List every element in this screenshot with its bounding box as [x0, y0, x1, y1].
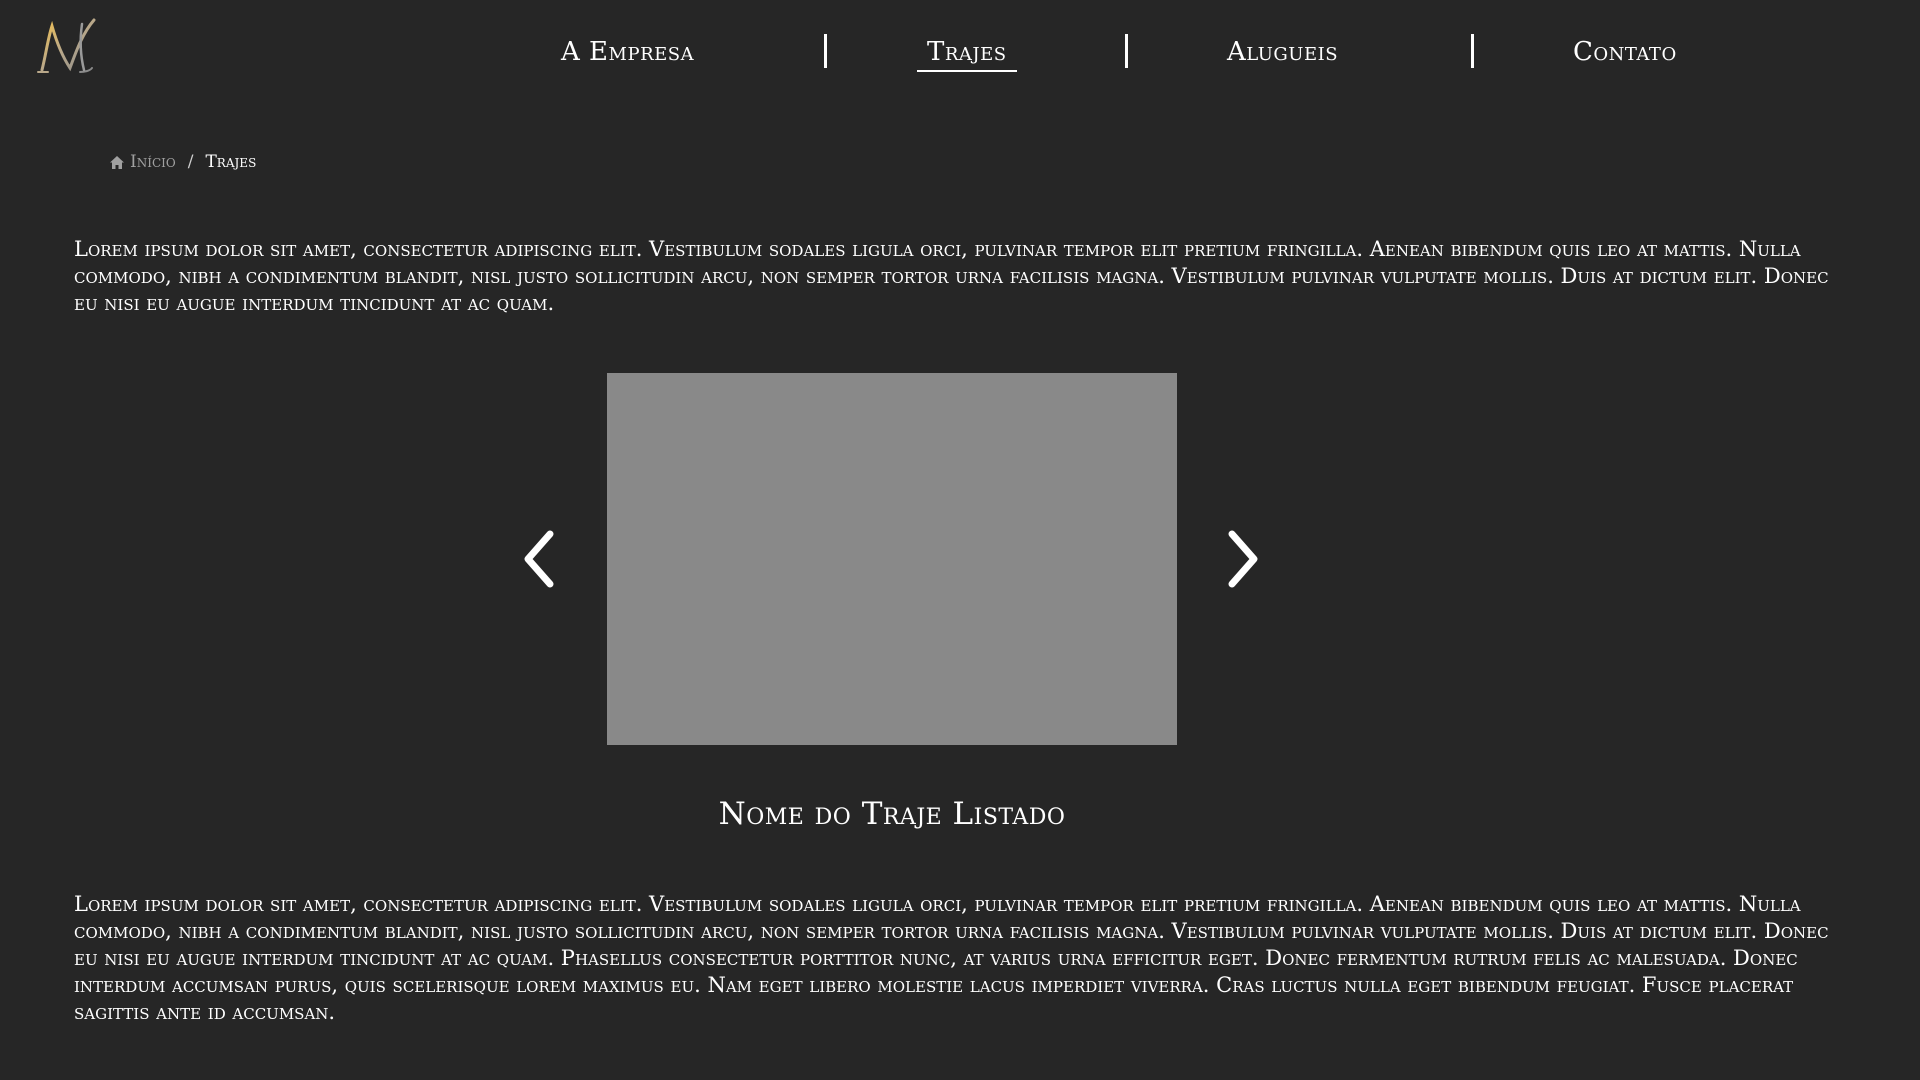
description-paragraph: Lorem ipsum dolor sit amet, consectetur … — [74, 892, 1829, 1024]
page: A Empresa Trajes Alugueis Contato Início… — [0, 0, 1920, 1080]
nav-a-empresa[interactable]: A Empresa — [561, 36, 694, 68]
nav-alugueis[interactable]: Alugueis — [1227, 36, 1338, 68]
main-nav: A Empresa Trajes Alugueis Contato — [0, 0, 1920, 104]
carousel-image[interactable] — [607, 373, 1177, 745]
breadcrumb-home[interactable]: Início — [110, 152, 176, 172]
breadcrumb-home-label: Início — [130, 152, 176, 172]
breadcrumb-separator: / — [187, 152, 194, 172]
chevron-right-icon — [1228, 530, 1258, 588]
nav-divider — [824, 34, 827, 68]
item-title: Nome do Traje Listado — [718, 796, 1066, 832]
breadcrumb: Início / Trajes — [110, 152, 256, 172]
nav-divider — [1125, 34, 1128, 68]
chevron-left-icon — [524, 530, 554, 588]
home-icon — [110, 155, 124, 169]
breadcrumb-current: Trajes — [205, 152, 257, 172]
carousel-next-button[interactable] — [1220, 528, 1264, 590]
nav-divider — [1471, 34, 1474, 68]
nav-contato[interactable]: Contato — [1573, 36, 1677, 68]
nav-trajes[interactable]: Trajes — [917, 36, 1017, 72]
intro-paragraph: Lorem ipsum dolor sit amet, consectetur … — [74, 237, 1829, 315]
carousel-prev-button[interactable] — [518, 528, 562, 590]
